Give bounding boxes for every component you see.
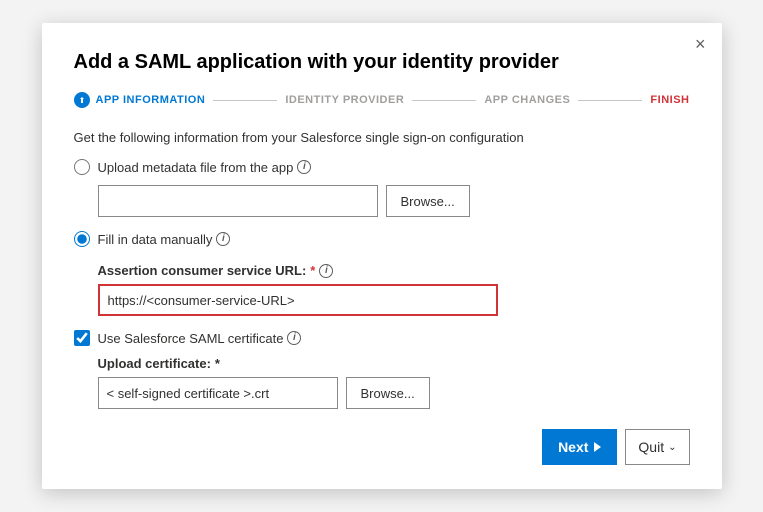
cert-browse-button[interactable]: Browse... <box>346 377 430 409</box>
quit-button[interactable]: Quit ⌄ <box>625 429 689 465</box>
saml-cert-checkbox-row[interactable]: Use Salesforce SAML certificate i <box>74 330 690 346</box>
manual-label: Fill in data manually i <box>98 232 231 247</box>
saml-cert-checkbox[interactable] <box>74 330 90 346</box>
manual-option[interactable]: Fill in data manually i <box>74 231 690 247</box>
next-arrow-icon <box>594 442 601 452</box>
close-button[interactable]: × <box>695 35 706 53</box>
step-identity-provider: IDENTITY PROVIDER <box>285 94 404 106</box>
step-finish: FINISH <box>650 94 689 106</box>
assertion-field-group: Assertion consumer service URL: * i <box>98 263 690 316</box>
step-identity-provider-label: IDENTITY PROVIDER <box>285 94 404 106</box>
assertion-url-input[interactable] <box>98 284 498 316</box>
step-app-information-icon <box>74 92 90 108</box>
dialog-footer: Next Quit ⌄ <box>74 409 690 465</box>
step-app-changes-label: APP CHANGES <box>484 94 570 106</box>
manual-info-icon[interactable]: i <box>216 232 230 246</box>
step-app-information: APP INFORMATION <box>74 92 206 108</box>
upload-info-icon[interactable]: i <box>297 160 311 174</box>
step-app-information-label: APP INFORMATION <box>96 94 206 106</box>
metadata-file-input[interactable] <box>98 185 378 217</box>
upload-cert-row: Browse... <box>98 377 690 409</box>
step-line-3 <box>578 100 642 101</box>
assertion-info-icon[interactable]: i <box>319 264 333 278</box>
upload-metadata-label: Upload metadata file from the app i <box>98 160 312 175</box>
quit-chevron-icon: ⌄ <box>668 442 676 453</box>
metadata-browse-button[interactable]: Browse... <box>386 185 470 217</box>
cert-required-star: * <box>215 356 220 371</box>
step-finish-label: FINISH <box>650 94 689 106</box>
saml-cert-label: Use Salesforce SAML certificate i <box>98 331 302 346</box>
saml-dialog: × Add a SAML application with your ident… <box>42 23 722 489</box>
upload-cert-label: Upload certificate: * <box>98 356 690 371</box>
upload-cert-section: Upload certificate: * Browse... <box>98 356 690 409</box>
upload-metadata-option[interactable]: Upload metadata file from the app i <box>74 159 690 175</box>
dialog-title: Add a SAML application with your identit… <box>74 51 690 74</box>
file-upload-row: Browse... <box>98 185 690 217</box>
upload-metadata-radio[interactable] <box>74 159 90 175</box>
saml-cert-info-icon[interactable]: i <box>287 331 301 345</box>
instruction-text: Get the following information from your … <box>74 130 690 145</box>
manual-radio[interactable] <box>74 231 90 247</box>
assertion-required-star: * <box>310 263 315 278</box>
step-line-2 <box>412 100 476 101</box>
step-line-1 <box>213 100 277 101</box>
step-app-changes: APP CHANGES <box>484 94 570 106</box>
assertion-field-label: Assertion consumer service URL: * i <box>98 263 690 278</box>
cert-file-input[interactable] <box>98 377 338 409</box>
next-button[interactable]: Next <box>542 429 617 465</box>
stepper: APP INFORMATION IDENTITY PROVIDER APP CH… <box>74 92 690 108</box>
